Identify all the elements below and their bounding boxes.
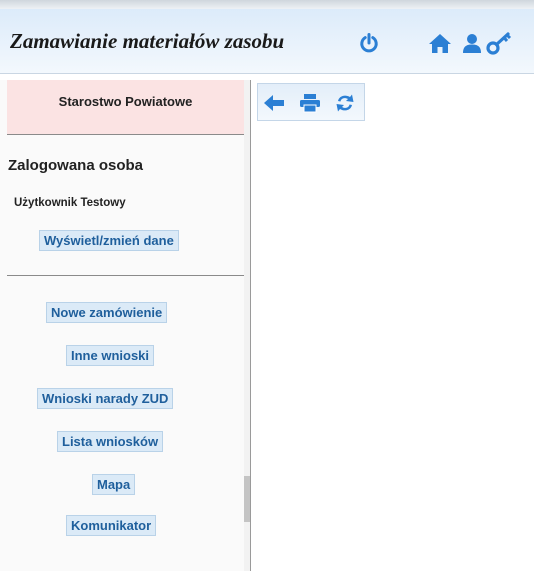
messenger-button[interactable]: Komunikator [66,515,157,536]
new-order-button[interactable]: Nowe zamówienie [46,302,168,323]
top-strip [0,0,534,9]
user-icon[interactable] [459,31,485,55]
logged-in-heading: Zalogowana osoba [8,157,144,174]
map-button[interactable]: Mapa [92,474,136,495]
organization-box: Starostwo Powiatowe [7,80,244,135]
user-name: Użytkownik Testowy [14,197,126,209]
app-header: Zamawianie materiałów zasobu [0,9,534,74]
sidebar-divider [7,275,244,276]
panel-separator [250,80,251,571]
sidebar: Starostwo Powiatowe Zalogowana osoba Uży… [0,80,244,571]
zud-requests-button[interactable]: Wnioski narady ZUD [37,388,174,409]
organization-name: Starostwo Powiatowe [58,94,193,109]
refresh-icon[interactable] [333,91,357,115]
home-icon[interactable] [427,31,453,55]
other-requests-button[interactable]: Inne wnioski [66,345,155,366]
back-arrow-icon[interactable] [262,91,286,115]
power-icon[interactable] [356,31,382,55]
content-toolbar [257,83,365,121]
key-icon[interactable] [486,31,512,55]
app-title: Zamawianie materiałów zasobu [10,29,285,53]
edit-user-data-button[interactable]: Wyświetl/zmień dane [39,230,179,251]
print-icon[interactable] [298,91,322,115]
request-list-button[interactable]: Lista wniosków [57,431,164,452]
